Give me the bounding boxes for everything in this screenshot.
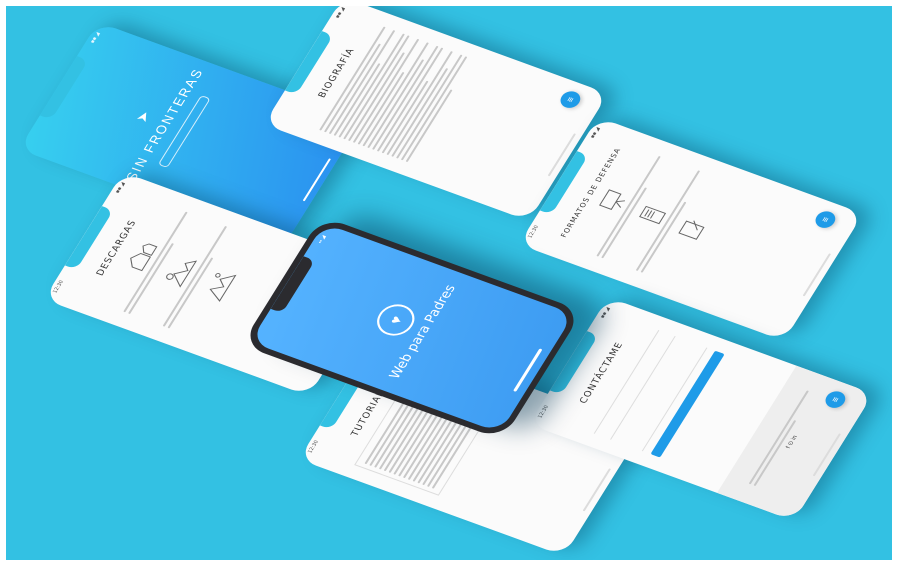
- status-bar: ▪▪ ◢: [27, 32, 102, 144]
- status-time: 12:30: [536, 404, 551, 420]
- signal-icon: ▪▪ ◢: [589, 126, 602, 140]
- contact-form: [584, 326, 725, 458]
- status-time: 12:30: [526, 224, 541, 240]
- phone-screen: ▪▪ ◢ ♥ Web para Padres: [250, 223, 574, 433]
- signal-icon: ▪▪ ◢: [114, 181, 127, 195]
- menu-fab[interactable]: ≡: [811, 208, 839, 231]
- signal-icon: ▪▪ ◢: [89, 31, 102, 45]
- social-icons[interactable]: f ⊙ in: [749, 377, 835, 507]
- home-indicator: [582, 468, 612, 512]
- hero-small-text: [115, 57, 194, 184]
- home-indicator: [802, 253, 832, 297]
- status-time: 12:30: [51, 279, 66, 295]
- hero-subtitle: [135, 64, 214, 191]
- footer-band: f ⊙ in: [716, 365, 874, 521]
- biography-text-block: [319, 26, 472, 163]
- signal-icon: ▪▪ ◢: [317, 234, 328, 245]
- home-indicator: [513, 348, 543, 392]
- menu-fab[interactable]: ≡: [556, 88, 584, 111]
- mockup-stage: ▪▪ ◢ ➤ SIN FRONTERAS ≡ ▪▪ ◢ BIOGRAFÍA ≡: [6, 6, 892, 560]
- signal-icon: ▪▪ ◢: [599, 306, 612, 320]
- signal-icon: ▪▪ ◢: [334, 6, 347, 20]
- status-time: 12:30: [306, 439, 321, 455]
- home-indicator: [302, 158, 332, 202]
